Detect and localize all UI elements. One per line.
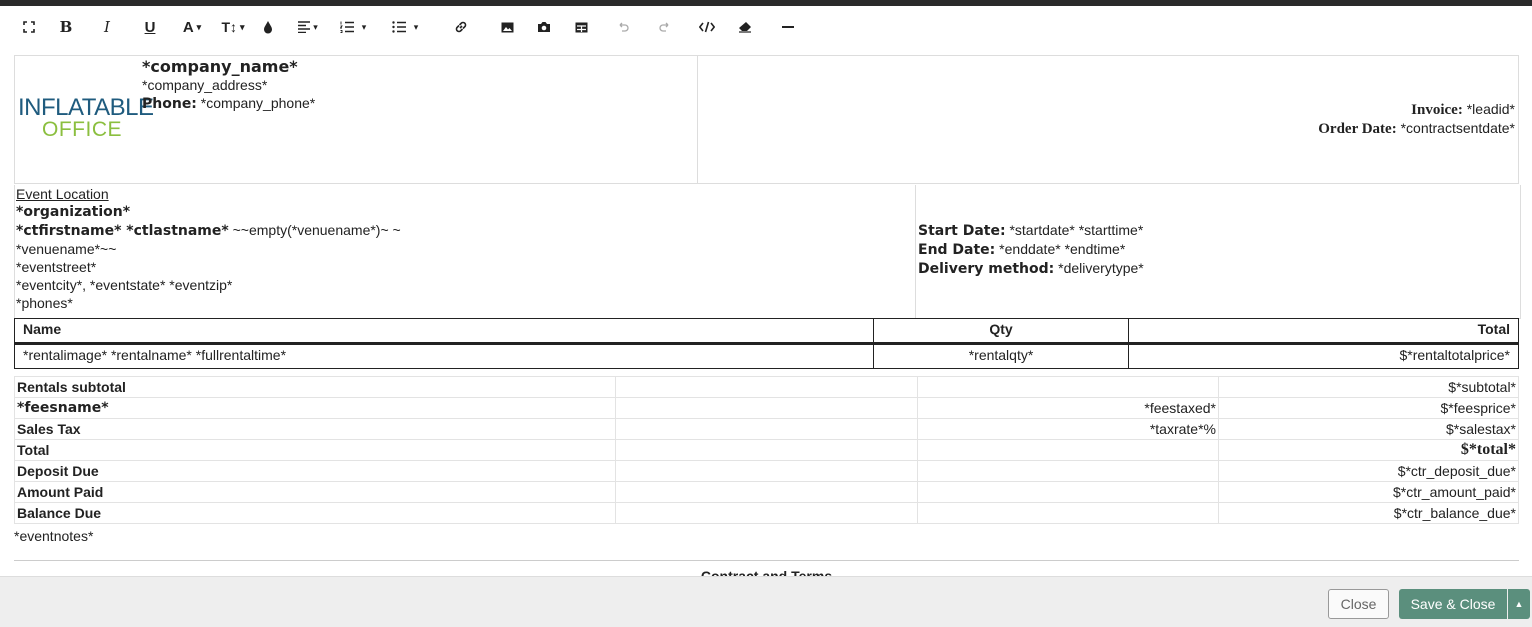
close-button[interactable]: Close [1328, 589, 1389, 619]
order-date: Order Date: *contractsentdate* [1318, 120, 1515, 137]
italic-icon[interactable]: I [96, 6, 118, 48]
chevron-down-icon: ▾ [413, 21, 419, 32]
start-date: Start Date: *startdate* *starttime* [918, 222, 1144, 239]
editor-toolbar: B I U A ▾ T↕ ▾ ▾ ▾ ▾ [0, 6, 1532, 48]
venue-name: *venuename*~~ [16, 241, 117, 257]
phones: *phones* [16, 295, 73, 311]
event-section: Event Location *organization* *ctfirstna… [14, 185, 1521, 319]
font-size-icon[interactable]: T↕ ▾ [216, 6, 250, 48]
event-dates: Start Date: *startdate* *starttime* End … [918, 221, 1144, 278]
event-location-title: Event Location [16, 186, 109, 202]
save-and-close-button[interactable]: Save & Close [1399, 589, 1507, 619]
table-icon[interactable] [571, 6, 591, 48]
invoice-number: Invoice: *leadid* [1411, 101, 1515, 118]
divider [14, 560, 1519, 561]
link-icon[interactable] [451, 6, 471, 48]
column-header-name: Name [14, 318, 874, 345]
event-location: Event Location *organization* *ctfirstna… [16, 185, 916, 318]
table-header-row: Name Qty Total [14, 318, 1519, 345]
contract-title: Contract and Terms [700, 568, 833, 576]
header-table: INFLATABLE OFFICE *company_name* *compan… [14, 55, 1519, 184]
bullet-list-icon[interactable]: ▾ [385, 6, 425, 48]
image-icon[interactable] [497, 6, 517, 48]
fees-row: *feesname* *feestaxed* $*feesprice* [14, 397, 1519, 419]
balance-due-row: Balance Due $*ctr_balance_due* [14, 502, 1519, 524]
save-options-caret-icon[interactable]: ▲ [1508, 589, 1530, 619]
eraser-icon[interactable] [735, 6, 755, 48]
company-logo: INFLATABLE OFFICE [18, 94, 154, 141]
redo-icon[interactable] [655, 6, 675, 48]
rental-items-table: Name Qty Total *rentalimage* *rentalname… [14, 318, 1519, 369]
contact-name: *ctfirstname* *ctlastname* ~~empty(*venu… [16, 222, 401, 239]
subtotal-row: Rentals subtotal $*subtotal* [14, 376, 1519, 398]
company-name: *company_name* [142, 57, 298, 76]
invoice-info: Invoice: *leadid* Order Date: *contracts… [1318, 100, 1515, 138]
chevron-down-icon: ▾ [196, 21, 202, 32]
rental-name-cell: *rentalimage* *rentalname* *fullrentalti… [14, 343, 874, 369]
fullscreen-icon[interactable] [18, 6, 40, 48]
end-date: End Date: *enddate* *endtime* [918, 241, 1126, 258]
dialog-footer: Close Save & Close ▲ [0, 576, 1532, 627]
chevron-down-icon: ▾ [361, 21, 367, 32]
company-info: *company_name* *company_address* Phone: … [142, 58, 315, 113]
deposit-row: Deposit Due $*ctr_deposit_due* [14, 460, 1519, 482]
rental-total-cell: $*rentaltotalprice* [1128, 343, 1519, 369]
rental-qty-cell: *rentalqty* [873, 343, 1129, 369]
font-color-icon[interactable]: A ▾ [176, 6, 208, 48]
event-city: *eventcity*, *eventstate* *eventzip* [16, 277, 233, 293]
editor-content[interactable]: INFLATABLE OFFICE *company_name* *compan… [0, 48, 1532, 576]
table-row: *rentalimage* *rentalname* *fullrentalti… [14, 343, 1519, 369]
horizontal-rule-icon[interactable] [778, 6, 798, 48]
chevron-down-icon: ▾ [313, 21, 318, 32]
column-header-total: Total [1128, 318, 1519, 345]
organization: *organization* [16, 204, 131, 220]
bold-icon[interactable]: B [55, 6, 77, 48]
underline-icon[interactable]: U [139, 6, 161, 48]
camera-icon[interactable] [534, 6, 554, 48]
align-icon[interactable]: ▾ [293, 6, 323, 48]
event-notes: *eventnotes* [14, 528, 94, 544]
event-street: *eventstreet* [16, 259, 97, 275]
ordered-list-icon[interactable]: ▾ [333, 6, 373, 48]
chevron-down-icon: ▾ [240, 21, 245, 32]
total-row: Total $*total* [14, 439, 1519, 461]
company-address: *company_address* [142, 77, 268, 93]
undo-icon[interactable] [613, 6, 633, 48]
company-phone: Phone: *company_phone* [142, 95, 316, 112]
sales-tax-row: Sales Tax *taxrate*% $*salestax* [14, 418, 1519, 440]
amount-paid-row: Amount Paid $*ctr_amount_paid* [14, 481, 1519, 503]
summary-table: Rentals subtotal $*subtotal* *feesname* … [14, 376, 1519, 524]
color-drop-icon[interactable] [259, 6, 277, 48]
delivery-method: Delivery method: *deliverytype* [918, 260, 1144, 277]
column-header-qty: Qty [873, 318, 1129, 345]
code-view-icon[interactable] [697, 6, 717, 48]
